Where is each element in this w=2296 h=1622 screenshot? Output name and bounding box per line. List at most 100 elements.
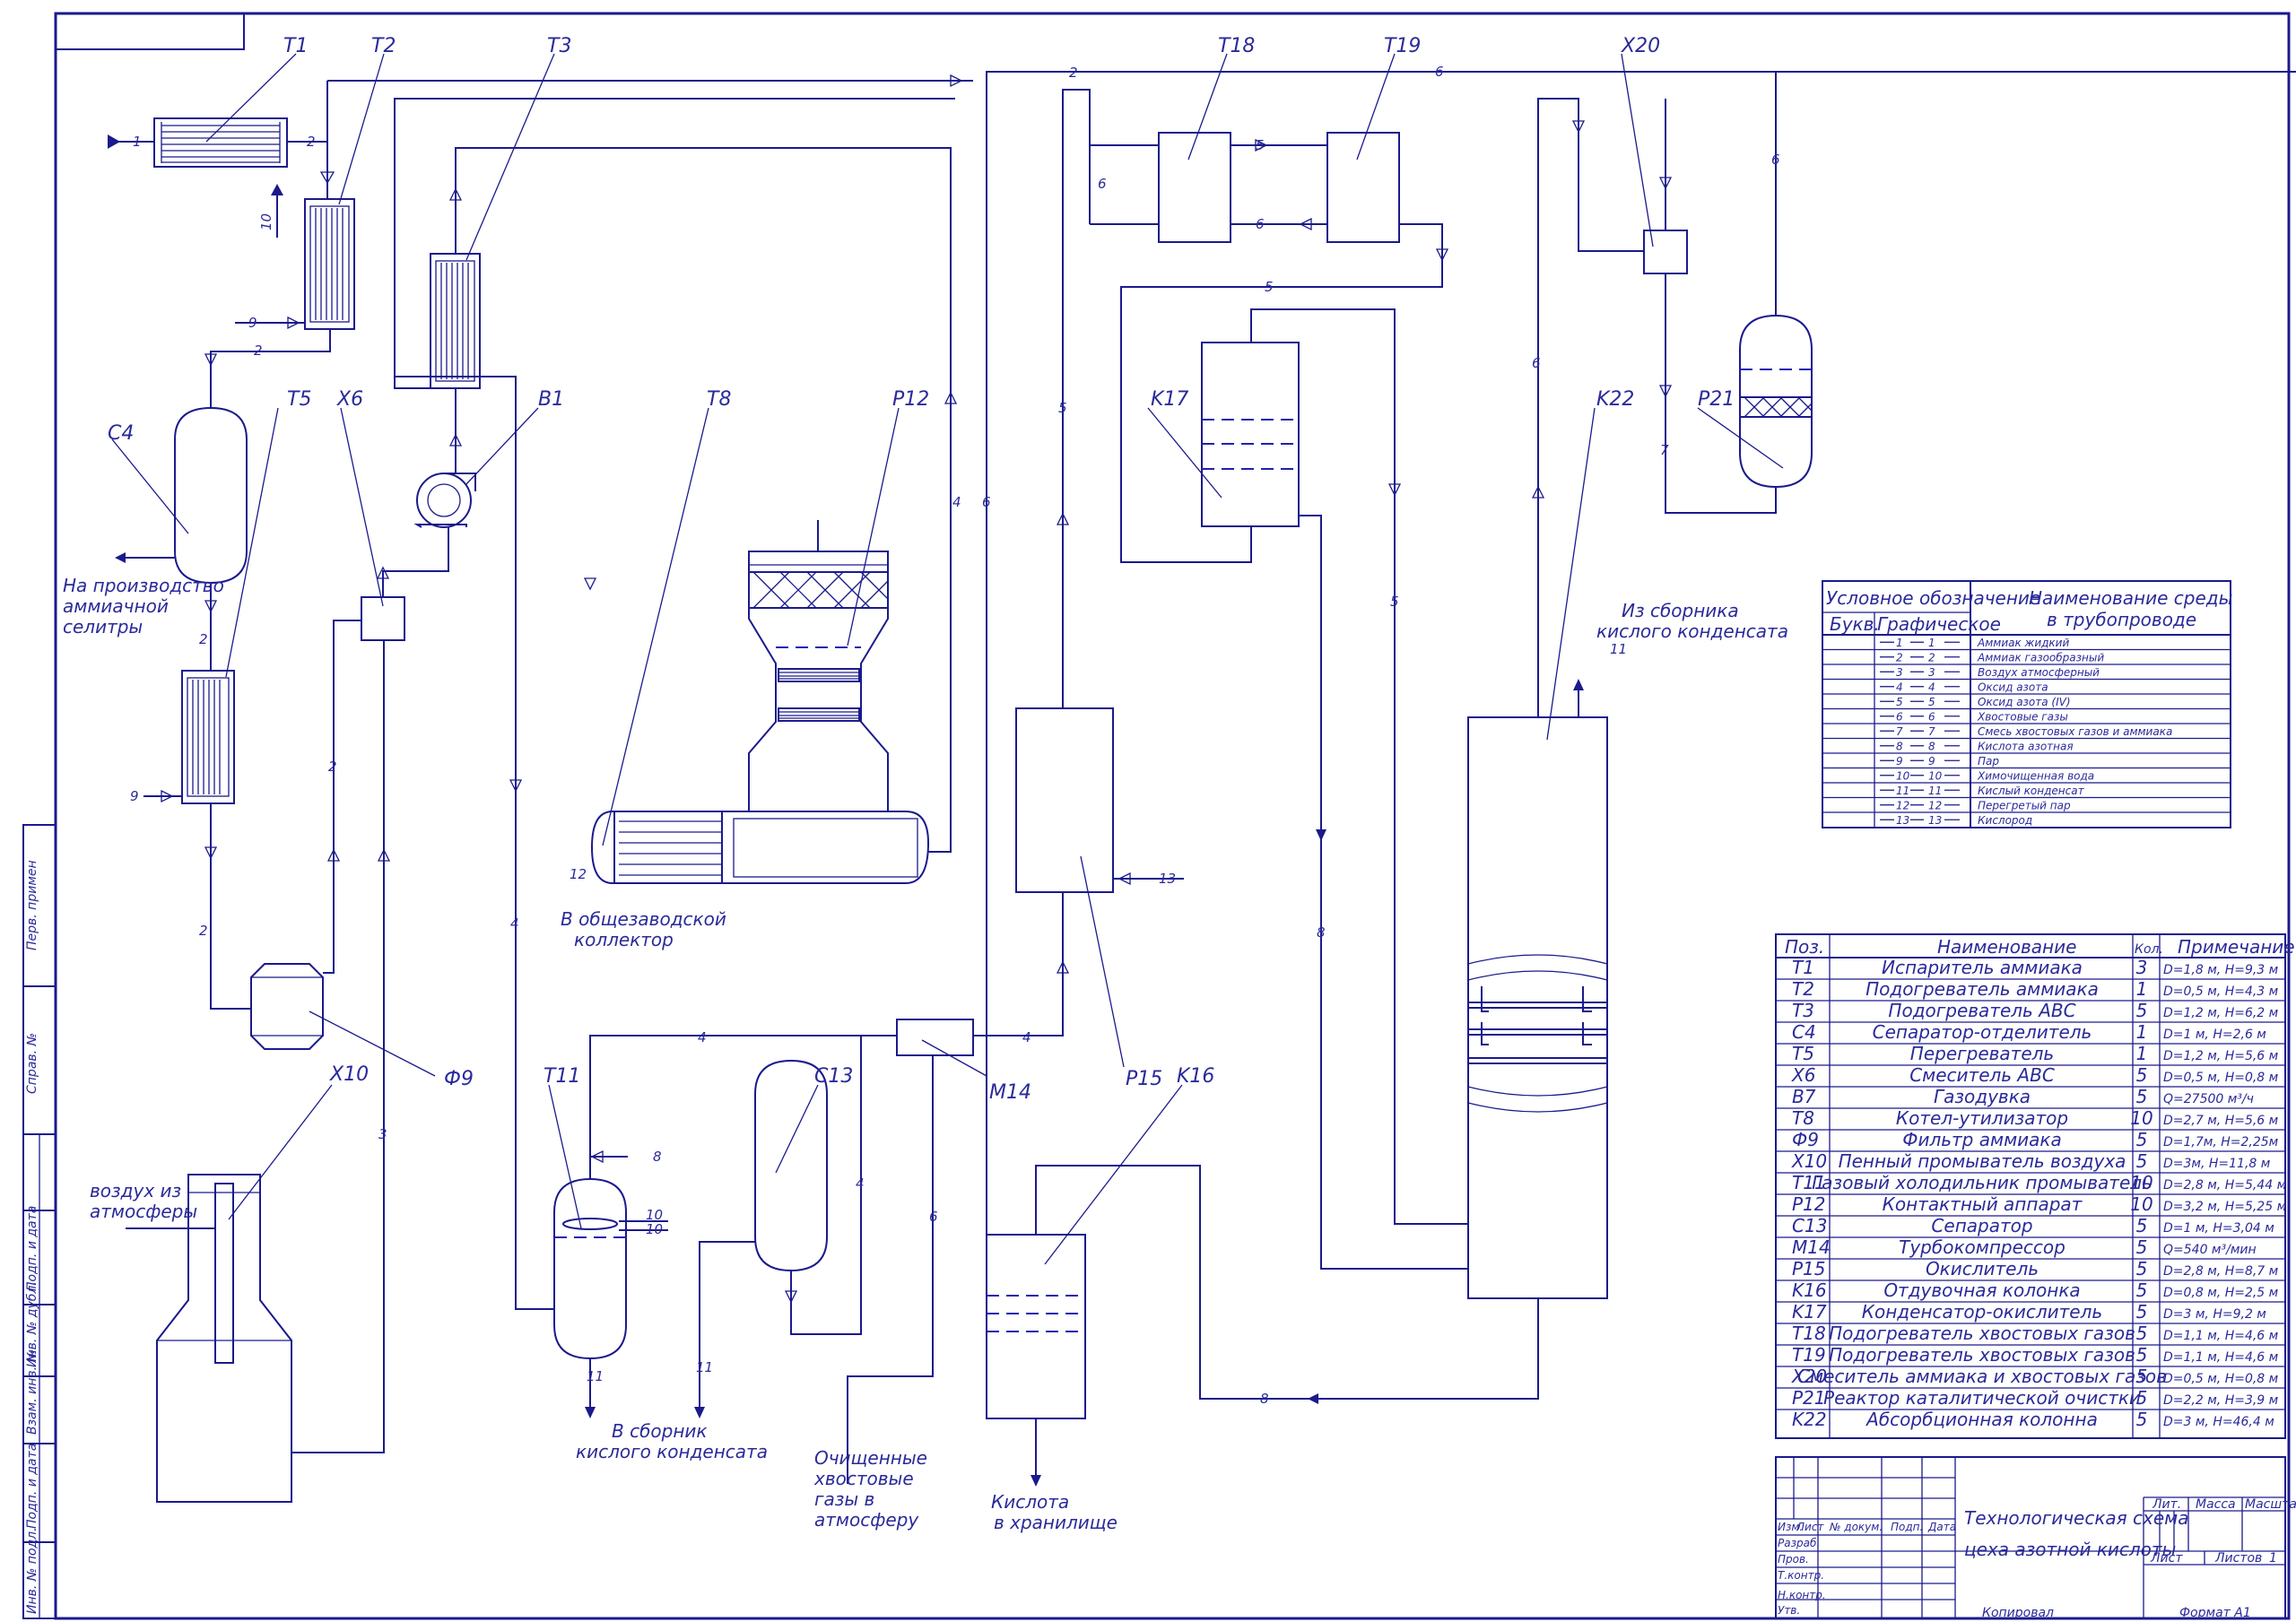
sidebar-label-2: Справ. № xyxy=(25,1033,39,1094)
note-collector-2: коллектор xyxy=(574,929,674,950)
svg-text:6: 6 xyxy=(1532,355,1541,371)
legend-num: 6 xyxy=(1896,711,1903,724)
legend-num: 8 xyxy=(1928,741,1935,753)
spec-name: Абсорбционная колонна xyxy=(1865,1409,2098,1430)
label-T2: T2 xyxy=(371,35,396,57)
tb-scale: Масштаб xyxy=(2245,1497,2296,1512)
spec-name: Турбокомпрессор xyxy=(1899,1236,2066,1258)
tb-col-sign: Подп. xyxy=(1891,1521,1923,1533)
legend-medium: Смесь хвостовых газов и аммиака xyxy=(1978,725,2172,738)
tb-role-approve: Утв. xyxy=(1778,1604,1800,1617)
label-B1: B1 xyxy=(538,388,564,411)
spec-name: Смеситель аммиака и хвостовых газов xyxy=(1797,1366,2167,1387)
legend-medium: Аммиак жидкий xyxy=(1977,637,2069,649)
equipment-P12-contact-apparatus: P12 xyxy=(748,388,929,812)
spec-header-pos: Поз. xyxy=(1785,936,1824,958)
legend-medium: Воздух атмосферный xyxy=(1978,666,2100,679)
tb-col-list: Лист xyxy=(1796,1521,1824,1533)
spec-name: Сепаратор-отделитель xyxy=(1873,1021,2092,1043)
equipment-K16-column: K16 xyxy=(986,1065,1214,1419)
spec-note: D=2,7 м, H=5,6 м xyxy=(2163,1114,2279,1128)
spec-note: D=0,5 м, H=0,8 м xyxy=(2163,1372,2279,1386)
spec-qty: 5 xyxy=(2136,1064,2148,1086)
spec-qty: 5 xyxy=(2136,1366,2148,1387)
note-production-1: На производство xyxy=(63,575,224,596)
svg-text:11: 11 xyxy=(1610,641,1627,657)
label-T5: T5 xyxy=(287,388,311,411)
tb-role-ncontr: Н.контр. xyxy=(1778,1589,1826,1601)
svg-text:8: 8 xyxy=(653,1149,662,1165)
tb-col-date: Дата xyxy=(1927,1521,1956,1533)
spec-note: D=1,8 м, H=9,3 м xyxy=(2163,963,2279,977)
label-P15: P15 xyxy=(1126,1068,1162,1090)
spec-pos: C13 xyxy=(1792,1215,1827,1236)
legend-num: 8 xyxy=(1896,741,1903,753)
label-X20: X20 xyxy=(1621,35,1660,57)
spec-name: Отдувочная колонка xyxy=(1883,1279,2080,1301)
note-condensate-1: В сборник xyxy=(612,1420,708,1442)
equipment-K17-condenser: K17 xyxy=(1147,342,1300,527)
spec-note: D=3м, H=11,8 м xyxy=(2163,1157,2271,1171)
spec-pos: T5 xyxy=(1792,1043,1814,1064)
equipment-M14-turbocompressor: M14 xyxy=(896,1019,1031,1104)
legend-num: 1 xyxy=(1928,637,1935,649)
label-K16: K16 xyxy=(1177,1065,1214,1088)
legend-medium: Химочищенная вода xyxy=(1977,770,2094,783)
spec-name: Контактный аппарат xyxy=(1883,1193,2083,1215)
flow-arrows-open xyxy=(161,74,1673,1304)
svg-text:4: 4 xyxy=(1022,1029,1031,1045)
label-X10: X10 xyxy=(329,1063,369,1086)
specification-table: Поз. Наименование Кол. Примечание T1 Испа… xyxy=(1775,933,2295,1439)
svg-text:3: 3 xyxy=(378,1126,387,1142)
svg-text:6: 6 xyxy=(982,494,991,510)
legend-num: 2 xyxy=(1928,652,1935,664)
svg-text:4: 4 xyxy=(698,1029,707,1045)
spec-name: Газовый холодильник промыватель xyxy=(1812,1172,2152,1193)
svg-text:11: 11 xyxy=(587,1368,604,1384)
spec-pos: K17 xyxy=(1792,1301,1827,1323)
legend-num: 7 xyxy=(1896,725,1903,738)
spec-pos: X6 xyxy=(1791,1064,1815,1086)
equipment-T2-heater: T2 xyxy=(304,35,396,330)
equipment-T1-evaporator: T1 xyxy=(153,35,308,168)
legend-medium: Оксид азота xyxy=(1978,681,2048,694)
label-F9: Ф9 xyxy=(444,1068,474,1090)
spec-pos: Ф9 xyxy=(1792,1129,1819,1150)
legend-num: 9 xyxy=(1896,755,1903,768)
svg-text:2: 2 xyxy=(307,134,316,150)
title-line-2: цеха азотной кислоты xyxy=(1964,1539,2176,1560)
tb-sheet: Лист xyxy=(2150,1551,2183,1566)
legend-num: 10 xyxy=(1896,770,1910,783)
tb-col-doc: № докум. xyxy=(1829,1521,1883,1533)
label-T18: T18 xyxy=(1218,35,1255,57)
svg-text:2: 2 xyxy=(1069,65,1078,81)
svg-text:11: 11 xyxy=(696,1359,713,1375)
process-flow-diagram: Перв. примен Справ. № Подп. и дата Инв. … xyxy=(22,12,2296,1620)
note-purified-4: атмосферу xyxy=(814,1509,919,1531)
stream-numbers: 1 2 10 9 2 2 2 9 2 3 2 6 4 6 4 4 4 4 6 5… xyxy=(130,64,1780,1407)
title-block: Технологическая схема цеха азотной кисло… xyxy=(1775,1456,2296,1620)
svg-text:4: 4 xyxy=(510,915,519,932)
note-condensate-2: кислого конденсата xyxy=(576,1441,768,1462)
svg-text:5: 5 xyxy=(1256,137,1265,153)
sidebar-label-5: Взам. инв. № xyxy=(25,1349,39,1435)
legend-table: Условное обозначение Букв. Графическое Н… xyxy=(1822,580,2232,828)
legend-num: 9 xyxy=(1928,755,1935,768)
note-from-collector-2: кислого конденсата xyxy=(1596,620,1788,642)
legend-num: 6 xyxy=(1928,711,1935,724)
spec-note: Q=27500 м³/ч xyxy=(2163,1092,2254,1106)
spec-note: D=1,1 м, H=4,6 м xyxy=(2163,1329,2279,1343)
spec-name: Подогреватель хвостовых газов xyxy=(1829,1344,2135,1366)
svg-text:10: 10 xyxy=(646,1221,663,1237)
label-T11: T11 xyxy=(544,1065,580,1088)
tb-copied: Копировал xyxy=(1982,1606,2054,1620)
spec-qty: 5 xyxy=(2136,1387,2148,1409)
spec-note: D=3 м, H=46,4 м xyxy=(2163,1415,2274,1429)
tb-lit: Лит. xyxy=(2152,1497,2181,1512)
spec-qty: 5 xyxy=(2136,1236,2148,1258)
legend-num: 3 xyxy=(1896,666,1903,679)
spec-qty: 10 xyxy=(2130,1193,2152,1215)
spec-qty: 3 xyxy=(2136,957,2148,978)
spec-pos: P21 xyxy=(1792,1387,1826,1409)
note-purified-1: Очищенные xyxy=(814,1447,927,1469)
